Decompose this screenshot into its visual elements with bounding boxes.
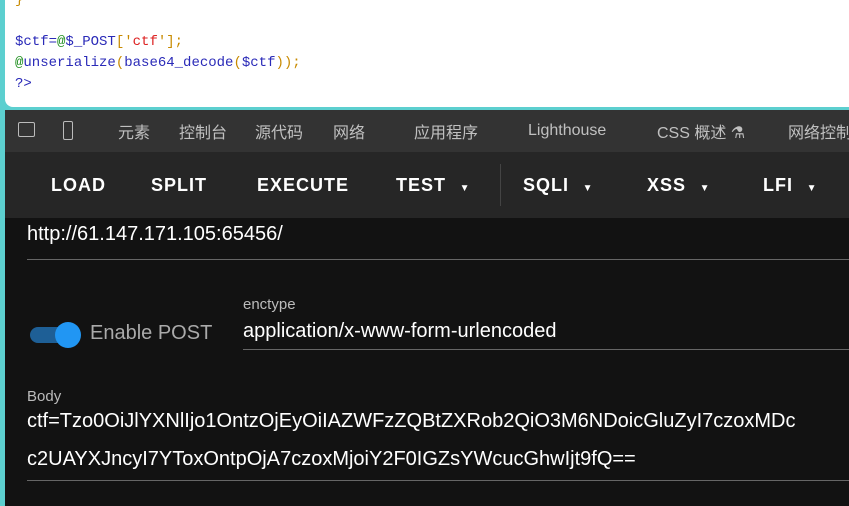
caret-down-icon: ▼ — [799, 183, 818, 194]
inspect-icon[interactable] — [18, 122, 35, 137]
tab-application[interactable]: 应用程序 — [414, 119, 478, 143]
php-source: } $ctf=@$_POST['ctf']; @unserialize(base… — [5, 0, 849, 107]
body-label: Body — [27, 388, 62, 405]
caret-down-icon: ▼ — [452, 183, 471, 194]
url-input[interactable]: http://61.147.171.105:65456/ — [27, 223, 283, 246]
sqli-button[interactable]: SQLI ▼ — [523, 175, 594, 196]
tab-css-overview[interactable]: CSS 概述 ⚗ — [657, 119, 745, 143]
tab-network[interactable]: 网络 — [333, 119, 365, 143]
body-input-line[interactable]: c2UAYXJncyI7YToxOntpOjA7czoxMjoiY2F0IGZs… — [27, 448, 636, 471]
devtools-tabbar: 元素 控制台 源代码 网络 应用程序 Lighthouse CSS 概述 ⚗ 网… — [5, 110, 849, 152]
code-line: $ctf=@$_POST['ctf']; — [15, 34, 184, 50]
url-underline — [27, 259, 849, 260]
body-input-line[interactable]: ctf=Tzo0OiJlYXNlIjo1OntzOjEyOiIAZWFzZQBt… — [27, 410, 796, 433]
toggle-thumb — [55, 322, 81, 348]
test-button[interactable]: TEST ▼ — [396, 175, 471, 196]
body-underline — [27, 480, 849, 481]
sqli-label: SQLI — [523, 175, 570, 195]
execute-button[interactable]: EXECUTE — [257, 175, 349, 196]
xss-button[interactable]: XSS ▼ — [647, 175, 711, 196]
tab-console[interactable]: 控制台 — [179, 119, 227, 143]
tab-lighthouse[interactable]: Lighthouse — [528, 122, 606, 140]
enable-post-toggle[interactable] — [30, 322, 82, 348]
load-button[interactable]: LOAD — [51, 175, 106, 196]
code-line: ?> — [15, 76, 32, 92]
xss-label: XSS — [647, 175, 687, 195]
divider — [500, 164, 501, 206]
caret-down-icon: ▼ — [575, 183, 594, 194]
test-label: TEST — [396, 175, 447, 195]
lfi-button[interactable]: LFI ▼ — [763, 175, 817, 196]
hackbar-toolbar: LOAD SPLIT EXECUTE TEST ▼ SQLI ▼ XSS ▼ L… — [5, 152, 849, 218]
code-line: } — [15, 0, 24, 8]
enable-post-label: Enable POST — [90, 322, 213, 344]
tab-sources[interactable]: 源代码 — [255, 119, 303, 143]
enctype-label: enctype — [243, 296, 296, 313]
code-line: @unserialize(base64_decode($ctf)); — [15, 55, 301, 71]
devtools-panel: 元素 控制台 源代码 网络 应用程序 Lighthouse CSS 概述 ⚗ 网… — [5, 110, 849, 506]
tab-elements[interactable]: 元素 — [118, 119, 150, 143]
caret-down-icon: ▼ — [692, 183, 711, 194]
enctype-select[interactable]: application/x-www-form-urlencoded — [243, 320, 556, 343]
lfi-label: LFI — [763, 175, 793, 195]
split-button[interactable]: SPLIT — [151, 175, 207, 196]
enctype-underline — [243, 349, 849, 350]
tab-network-conditions[interactable]: 网络控制 — [788, 119, 849, 143]
device-toggle-icon[interactable] — [63, 121, 73, 140]
